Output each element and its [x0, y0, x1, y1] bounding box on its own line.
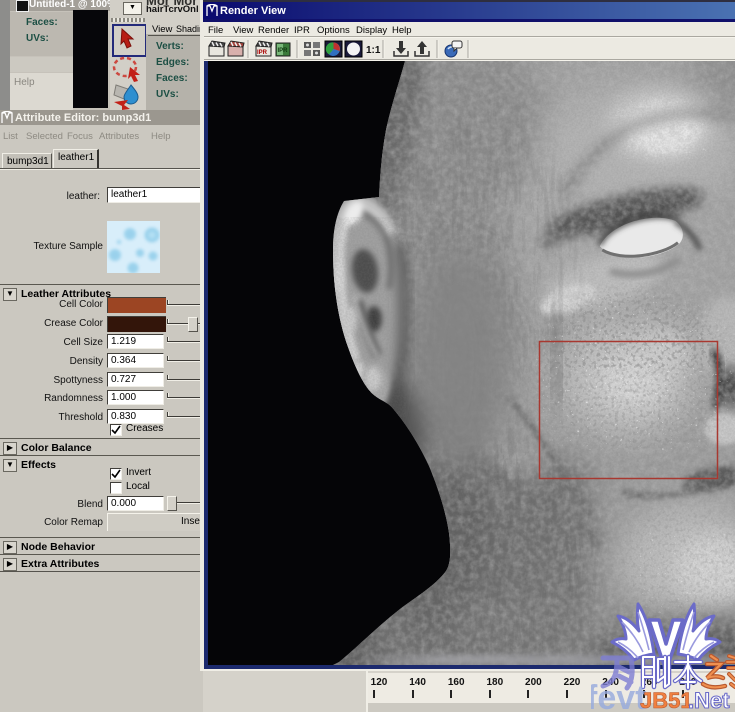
svg-text:IPR: IPR: [278, 48, 289, 54]
svg-text:IPR: IPR: [257, 50, 268, 56]
svg-text:.Net: .Net: [688, 688, 730, 712]
svg-text:1:1: 1:1: [366, 45, 381, 56]
svg-text:fevt: fevt: [591, 679, 646, 712]
svg-text:JB51: JB51: [640, 688, 693, 712]
